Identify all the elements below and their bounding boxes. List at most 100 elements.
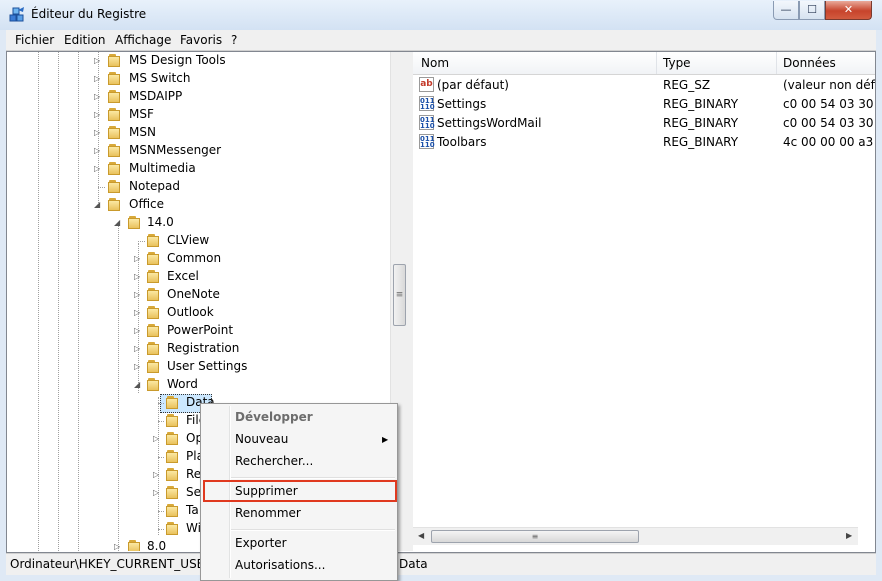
value-data: 4c 00 00 00 a3 01 bbox=[783, 135, 875, 149]
tree-item-label: Outlook bbox=[167, 305, 214, 319]
tree-item[interactable]: ▷ PowerPoint bbox=[7, 322, 390, 340]
tree-item-label: OneNote bbox=[167, 287, 220, 301]
folder-icon bbox=[106, 162, 122, 176]
menu-item-new[interactable]: Nouveau bbox=[235, 432, 288, 446]
title-bar[interactable]: Éditeur du Registre — ☐ ✕ bbox=[0, 0, 882, 30]
folder-icon bbox=[145, 252, 161, 266]
expand-arrow-icon[interactable]: ▷ bbox=[153, 470, 161, 479]
tree-item[interactable]: Notepad bbox=[7, 178, 390, 196]
collapse-arrow-icon[interactable]: ◢ bbox=[114, 218, 122, 227]
expand-arrow-icon[interactable]: ▷ bbox=[134, 362, 142, 371]
status-path: Ordinateur\HKEY_CURRENT_USER\S bbox=[10, 557, 225, 571]
menu-affichage[interactable]: Affichage bbox=[115, 33, 171, 47]
expand-arrow-icon[interactable]: ▷ bbox=[134, 344, 142, 353]
column-header-type[interactable]: Type bbox=[663, 56, 691, 70]
collapse-arrow-icon[interactable]: ◢ bbox=[134, 380, 142, 389]
tree-item[interactable]: ◢ 14.0 bbox=[7, 214, 390, 232]
expand-arrow-icon[interactable]: ▷ bbox=[94, 56, 102, 65]
expand-arrow-icon[interactable]: ▷ bbox=[134, 326, 142, 335]
expand-arrow-icon[interactable]: ▷ bbox=[134, 272, 142, 281]
column-divider[interactable] bbox=[656, 52, 657, 74]
menu-item-expand[interactable]: Développer bbox=[235, 410, 313, 424]
expand-arrow-icon[interactable]: ▷ bbox=[114, 542, 122, 551]
tree-item[interactable]: ▷ MSF bbox=[7, 106, 390, 124]
tree-item[interactable]: ▷ Excel bbox=[7, 268, 390, 286]
scroll-thumb[interactable]: ≡ bbox=[431, 530, 639, 543]
tree-item[interactable]: ▷ Outlook bbox=[7, 304, 390, 322]
expand-arrow-icon[interactable]: ▷ bbox=[94, 74, 102, 83]
menu-item-permissions[interactable]: Autorisations... bbox=[235, 558, 325, 572]
submenu-arrow-icon: ▶ bbox=[382, 435, 389, 444]
menu-help[interactable]: ? bbox=[231, 33, 237, 47]
expand-arrow-icon[interactable]: ▷ bbox=[94, 146, 102, 155]
folder-icon bbox=[164, 432, 180, 446]
scroll-thumb[interactable]: ≡ bbox=[393, 264, 406, 326]
tree-item-label: 14.0 bbox=[147, 215, 174, 229]
tree-item[interactable]: ▷ Registration bbox=[7, 340, 390, 358]
column-header-name[interactable]: Nom bbox=[421, 56, 449, 70]
menu-edition[interactable]: Edition bbox=[64, 33, 106, 47]
folder-icon bbox=[164, 522, 180, 536]
list-row[interactable]: 011 110 Settings REG_BINARY c0 00 54 03 … bbox=[413, 95, 875, 114]
close-button[interactable]: ✕ bbox=[825, 1, 872, 20]
folder-icon bbox=[164, 450, 180, 464]
folder-icon bbox=[145, 342, 161, 356]
folder-icon bbox=[145, 270, 161, 284]
expand-arrow-icon[interactable]: ▷ bbox=[94, 128, 102, 137]
tree-item-label: Ta bbox=[186, 503, 199, 517]
tree-item[interactable]: ▷ MSN bbox=[7, 124, 390, 142]
tree-item-label: Multimedia bbox=[129, 161, 196, 175]
expand-arrow-icon[interactable]: ▷ bbox=[134, 290, 142, 299]
tree-item-label: MSF bbox=[129, 107, 154, 121]
tree-item-label: MSN bbox=[129, 125, 156, 139]
menu-item-find[interactable]: Rechercher... bbox=[235, 454, 313, 468]
expand-arrow-icon[interactable]: ▷ bbox=[94, 164, 102, 173]
tree-item[interactable]: ▷ User Settings bbox=[7, 358, 390, 376]
tree-item[interactable]: ◢ Word bbox=[7, 376, 390, 394]
tree-item-label: CLView bbox=[167, 233, 210, 247]
tree-item[interactable]: ▷ Common bbox=[7, 250, 390, 268]
expand-arrow-icon[interactable]: ▷ bbox=[134, 254, 142, 263]
menu-favoris[interactable]: Favoris bbox=[180, 33, 222, 47]
values-list[interactable]: Nom Type Données ab (par défaut) REG_SZ … bbox=[413, 52, 875, 551]
expand-arrow-icon[interactable]: ▷ bbox=[153, 434, 161, 443]
value-data: c0 00 54 03 30 01 bbox=[783, 116, 875, 130]
reg-sz-icon: ab bbox=[419, 77, 434, 92]
minimize-button[interactable]: — bbox=[773, 1, 799, 20]
tree-item[interactable]: ▷ OneNote bbox=[7, 286, 390, 304]
tree-item[interactable]: CLView bbox=[7, 232, 390, 250]
menu-fichier[interactable]: Fichier bbox=[15, 33, 54, 47]
menu-item-export[interactable]: Exporter bbox=[235, 536, 287, 550]
list-row[interactable]: ab (par défaut) REG_SZ (valeur non défin bbox=[413, 76, 875, 95]
scroll-left-icon[interactable]: ◀ bbox=[418, 531, 424, 540]
expand-arrow-icon[interactable]: ▷ bbox=[94, 92, 102, 101]
expand-arrow-icon[interactable]: ▷ bbox=[153, 488, 161, 497]
tree-item[interactable]: ▷ MS Design Tools bbox=[7, 52, 390, 70]
folder-icon bbox=[106, 72, 122, 86]
tree-item[interactable]: ◢ Office bbox=[7, 196, 390, 214]
tree-connector bbox=[138, 241, 145, 242]
delete-highlight-annotation bbox=[203, 480, 397, 502]
tree-item-label: 8.0 bbox=[147, 539, 167, 551]
list-row[interactable]: 011 110 SettingsWordMail REG_BINARY c0 0… bbox=[413, 114, 875, 133]
tree-item[interactable]: ▷ MS Switch bbox=[7, 70, 390, 88]
reg-binary-icon: 011 110 bbox=[419, 96, 435, 111]
tree-item[interactable]: ▷ MSDAIPP bbox=[7, 88, 390, 106]
tree-item[interactable]: ▷ MSNMessenger bbox=[7, 142, 390, 160]
menu-item-rename[interactable]: Renommer bbox=[235, 506, 301, 520]
tree-item-label: Registration bbox=[167, 341, 240, 355]
folder-icon bbox=[106, 144, 122, 158]
tree-item-label: MS Design Tools bbox=[129, 53, 226, 67]
maximize-button[interactable]: ☐ bbox=[799, 1, 825, 20]
expand-arrow-icon[interactable]: ▷ bbox=[94, 110, 102, 119]
column-header-data[interactable]: Données bbox=[783, 56, 836, 70]
scroll-right-icon[interactable]: ▶ bbox=[846, 531, 852, 540]
menu-bar: Fichier Edition Affichage Favoris ? bbox=[6, 30, 876, 51]
tree-item[interactable]: ▷ Multimedia bbox=[7, 160, 390, 178]
expand-arrow-icon[interactable]: ▷ bbox=[134, 308, 142, 317]
collapse-arrow-icon[interactable]: ◢ bbox=[94, 200, 102, 209]
column-divider[interactable] bbox=[776, 52, 777, 74]
list-row[interactable]: 011 110 Toolbars REG_BINARY 4c 00 00 00 … bbox=[413, 133, 875, 152]
list-horizontal-scrollbar[interactable]: ◀ ≡ ▶ bbox=[413, 527, 858, 545]
folder-icon bbox=[164, 414, 180, 428]
